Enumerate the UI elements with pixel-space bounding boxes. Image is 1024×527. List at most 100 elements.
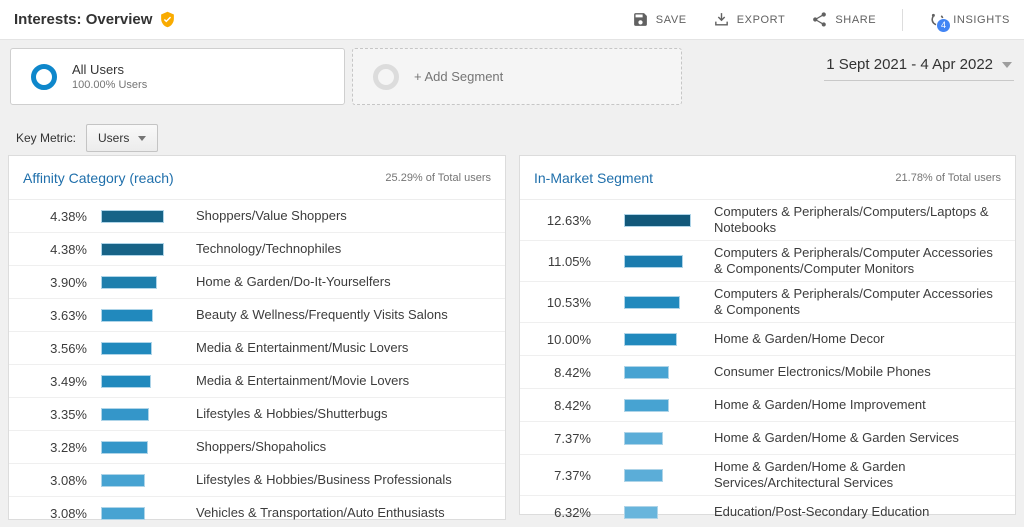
row-percent: 3.28% — [25, 440, 87, 455]
add-segment-label: + Add Segment — [414, 69, 503, 84]
row-bar — [624, 214, 694, 227]
row-label: Computers & Peripherals/Computers/Laptop… — [714, 204, 1015, 236]
toolbar: SAVE EXPORT SHARE 4 INSIGHTS — [632, 9, 1010, 31]
table-row: 3.56%Media & Entertainment/Music Lovers — [9, 332, 505, 365]
table-row: 3.08%Vehicles & Transportation/Auto Enth… — [9, 497, 505, 527]
panel-rows: 12.63% Computers & Peripherals/Computers/… — [520, 200, 1015, 527]
bar-segment — [101, 276, 157, 289]
bar-segment — [101, 342, 152, 355]
row-label: Education/Post-Secondary Education — [714, 504, 1015, 520]
bar-segment — [624, 214, 691, 227]
table-row: 3.08%Lifestyles & Hobbies/Business Profe… — [9, 464, 505, 497]
insights-label: INSIGHTS — [953, 14, 1010, 26]
share-button[interactable]: SHARE — [811, 11, 876, 28]
row-bar — [101, 342, 167, 355]
row-percent: 3.35% — [25, 407, 87, 422]
row-percent: 8.42% — [536, 365, 591, 380]
export-icon — [713, 11, 730, 28]
bar-segment — [101, 408, 149, 421]
row-percent: 6.32% — [536, 505, 591, 520]
table-row: 3.35% Lifestyles & Hobbies/Shutterbugs — [9, 398, 505, 431]
segment-circle-icon — [31, 64, 57, 90]
table-row: 6.32% Education/Post-Secondary Education — [520, 496, 1015, 527]
row-bar — [101, 309, 167, 322]
table-row: 3.63%Beauty & Wellness/Frequently Visits… — [9, 299, 505, 332]
bar-segment — [624, 399, 669, 412]
key-metric-dropdown[interactable]: Users — [86, 124, 158, 152]
row-bar — [624, 366, 694, 379]
date-range-text: 1 Sept 2021 - 4 Apr 2022 — [826, 56, 993, 73]
bar-segment — [101, 210, 164, 223]
panel-title: Affinity Category (reach) — [23, 170, 174, 186]
row-label: Technology/Technophiles — [196, 241, 505, 257]
save-button[interactable]: SAVE — [632, 11, 687, 28]
table-row: 10.53% Computers & Peripherals/Computer A… — [520, 282, 1015, 323]
insights-badge: 4 — [936, 18, 951, 33]
panel-header: In-Market Segment 21.78% of Total users — [520, 156, 1015, 200]
toolbar-divider — [902, 9, 903, 31]
date-range-picker[interactable]: 1 Sept 2021 - 4 Apr 2022 — [824, 56, 1014, 81]
table-row: 4.38% Shoppers/Value Shoppers — [9, 200, 505, 233]
table-row: 3.49%Media & Entertainment/Movie Lovers — [9, 365, 505, 398]
row-percent: 4.38% — [25, 209, 87, 224]
panel-title: In-Market Segment — [534, 170, 653, 186]
row-percent: 3.49% — [25, 374, 87, 389]
key-metric-label: Key Metric: — [16, 131, 76, 145]
key-metric-row: Key Metric: Users — [16, 124, 158, 152]
row-bar — [624, 333, 694, 346]
key-metric-value: Users — [98, 131, 129, 145]
row-percent: 10.53% — [536, 295, 591, 310]
row-percent: 4.38% — [25, 242, 87, 257]
table-row: 8.42% Consumer Electronics/Mobile Phones — [520, 356, 1015, 389]
add-segment-button[interactable]: + Add Segment — [352, 48, 682, 105]
row-percent: 7.37% — [536, 468, 591, 483]
row-bar — [101, 243, 167, 256]
shield-check-icon — [159, 11, 176, 28]
share-label: SHARE — [835, 14, 876, 26]
row-label: Home & Garden/Home Decor — [714, 331, 1015, 347]
row-label: Computers & Peripherals/Computer Accesso… — [714, 286, 1015, 318]
insights-button[interactable]: 4 INSIGHTS — [929, 11, 1010, 28]
row-percent: 11.05% — [536, 254, 591, 269]
row-percent: 12.63% — [536, 213, 591, 228]
row-label: Home & Garden/Home & Garden Services — [714, 430, 1015, 446]
row-bar — [101, 474, 167, 487]
export-button[interactable]: EXPORT — [713, 11, 786, 28]
row-bar — [101, 408, 167, 421]
chevron-down-icon — [1002, 62, 1012, 68]
bar-segment — [101, 243, 164, 256]
row-percent: 8.42% — [536, 398, 591, 413]
bar-segment — [624, 333, 677, 346]
row-label: Media & Entertainment/Music Lovers — [196, 340, 505, 356]
table-row: 3.90%Home & Garden/Do-It-Yourselfers — [9, 266, 505, 299]
panel-header: Affinity Category (reach) 25.29% of Tota… — [9, 156, 505, 200]
bar-segment — [624, 432, 663, 445]
table-row: 11.05% Computers & Peripherals/Computer A… — [520, 241, 1015, 282]
table-row: 3.28%Shoppers/Shopaholics — [9, 431, 505, 464]
row-label: Vehicles & Transportation/Auto Enthusias… — [196, 505, 505, 521]
segment-card-all-users[interactable]: All Users 100.00% Users — [10, 48, 345, 105]
row-label: Shoppers/Value Shoppers — [196, 208, 505, 224]
row-bar — [101, 507, 167, 520]
bar-segment — [624, 296, 680, 309]
row-label: Consumer Electronics/Mobile Phones — [714, 364, 1015, 380]
bar-segment — [624, 255, 683, 268]
row-bar — [624, 506, 694, 519]
row-label: Beauty & Wellness/Frequently Visits Salo… — [196, 307, 505, 323]
row-bar — [624, 469, 694, 482]
row-bar — [624, 296, 694, 309]
row-label: Computers & Peripherals/Computer Accesso… — [714, 245, 1015, 277]
table-row: 7.37%Home & Garden/Home & Garden Service… — [520, 422, 1015, 455]
segment-title: All Users — [72, 62, 147, 77]
panel-rows: 4.38% Shoppers/Value Shoppers 4.38% Technol… — [9, 200, 505, 527]
row-label: Lifestyles & Hobbies/Shutterbugs — [196, 406, 505, 422]
bar-segment — [624, 469, 663, 482]
segment-subtitle: 100.00% Users — [72, 79, 147, 91]
table-row: 4.38% Technology/Technophiles — [9, 233, 505, 266]
page-title: Interests: Overview — [14, 11, 176, 28]
row-bar — [624, 399, 694, 412]
panel-total-users: 25.29% of Total users — [385, 172, 491, 184]
row-bar — [101, 375, 167, 388]
chevron-down-icon — [138, 136, 146, 141]
affinity-category-panel: Affinity Category (reach) 25.29% of Tota… — [8, 155, 506, 520]
